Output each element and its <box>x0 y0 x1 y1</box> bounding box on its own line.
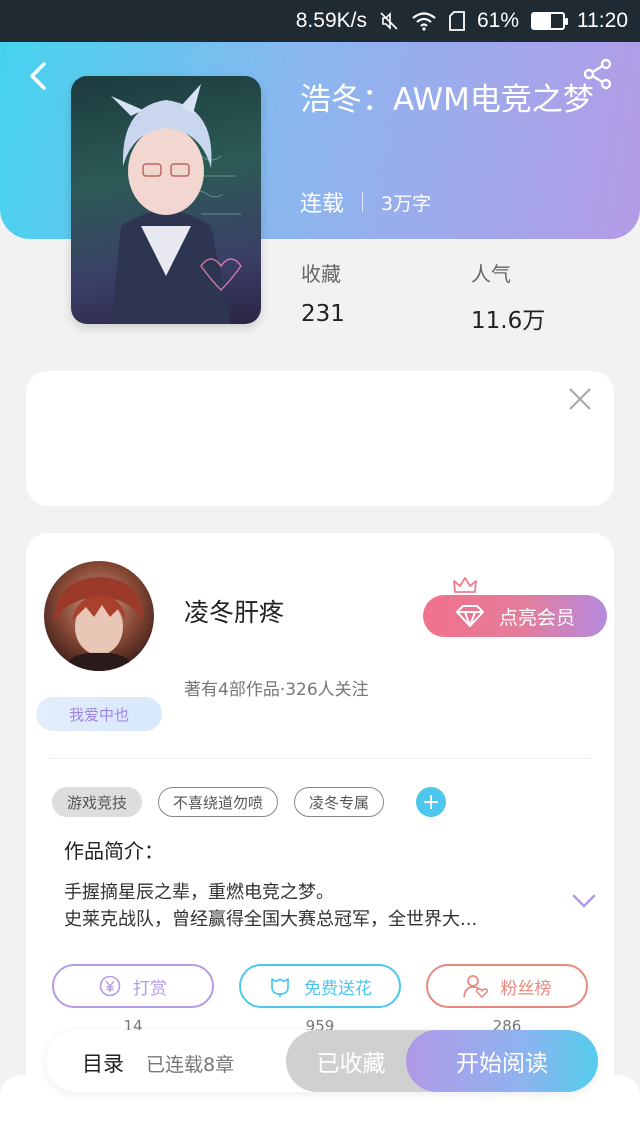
ad-banner[interactable] <box>26 371 614 506</box>
intro-line: 手握摘星辰之辈，重燃电竞之梦。 <box>64 882 334 903</box>
tag-list: 游戏竞技 不喜绕道勿喷 凌冬专属 + <box>52 787 447 817</box>
serial-status: 连载 <box>300 192 345 217</box>
user-heart-icon <box>462 975 488 998</box>
collect-stat: 收藏 231 <box>301 258 345 327</box>
fan-rank-label: 粉丝榜 <box>500 978 552 999</box>
fan-rank-button[interactable]: 粉丝榜 <box>426 964 588 1008</box>
toc-button[interactable]: 目录 <box>82 1048 124 1078</box>
start-reading-label: 开始阅读 <box>456 1051 548 1077</box>
popularity-label: 人气 <box>471 262 511 286</box>
flower-icon <box>271 978 289 997</box>
fan-badge: 我爱中也 <box>36 697 162 731</box>
battery-percent: 61% <box>476 9 519 32</box>
vip-button-label: 点亮会员 <box>498 606 575 629</box>
collect-label: 收藏 <box>301 262 341 286</box>
vip-button[interactable]: 点亮会员 <box>423 595 607 637</box>
word-count: 3万字 <box>381 192 432 215</box>
intro-line: 史莱克战队，曾经赢得全国大赛总冠军，全世界大... <box>64 909 478 930</box>
reward-label: 打赏 <box>133 978 167 999</box>
battery-icon <box>531 12 568 30</box>
reward-button[interactable]: 打赏 <box>52 964 214 1008</box>
author-stats: 著有4部作品·326人关注 <box>184 680 369 700</box>
clock: 11:20 <box>577 9 628 32</box>
author-avatar[interactable] <box>44 561 154 671</box>
close-icon[interactable] <box>566 385 594 413</box>
collect-value: 231 <box>301 301 345 327</box>
start-reading-button[interactable]: 开始阅读 <box>406 1030 598 1092</box>
coin-icon <box>99 975 121 997</box>
tag-item[interactable]: 游戏竞技 <box>52 787 143 817</box>
book-title: 浩冬：AWM电竞之梦 <box>300 82 594 118</box>
bottom-action-bar: 目录 已连载8章 已收藏 开始阅读 <box>46 1030 598 1092</box>
mute-icon <box>379 11 399 31</box>
chevron-down-icon[interactable] <box>572 893 596 912</box>
popularity-value: 11.6万 <box>471 308 546 334</box>
intro-text: 手握摘星辰之辈，重燃电竞之梦。 史莱克战队，曾经赢得全国大赛总冠军，全世界大..… <box>64 879 544 933</box>
wifi-icon <box>411 11 437 31</box>
flower-button[interactable]: 免费送花 <box>239 964 401 1008</box>
intro-title: 作品简介： <box>64 839 164 863</box>
status-bar: 8.59K/s 61% 11:20 <box>0 0 640 42</box>
network-speed: 8.59K/s <box>295 9 367 32</box>
sim-icon <box>449 11 465 31</box>
author-name[interactable]: 凌冬肝疼 <box>184 593 284 629</box>
divider <box>50 758 590 759</box>
diamond-icon <box>455 605 484 627</box>
meta-divider <box>362 192 364 212</box>
tag-item[interactable]: 不喜绕道勿喷 <box>158 787 279 817</box>
tag-item[interactable]: 凌冬专属 <box>294 787 385 817</box>
book-meta: 连载 3万字 <box>300 186 431 218</box>
add-tag-button[interactable]: + <box>416 787 447 817</box>
flower-label: 免费送花 <box>304 978 372 999</box>
chapter-count[interactable]: 已连载8章 <box>146 1050 234 1077</box>
book-cover[interactable] <box>71 76 261 324</box>
popularity-stat: 人气 11.6万 <box>471 258 545 335</box>
back-button[interactable] <box>18 56 58 96</box>
collected-label: 已收藏 <box>316 1051 386 1077</box>
chevron-left-icon <box>30 62 46 90</box>
